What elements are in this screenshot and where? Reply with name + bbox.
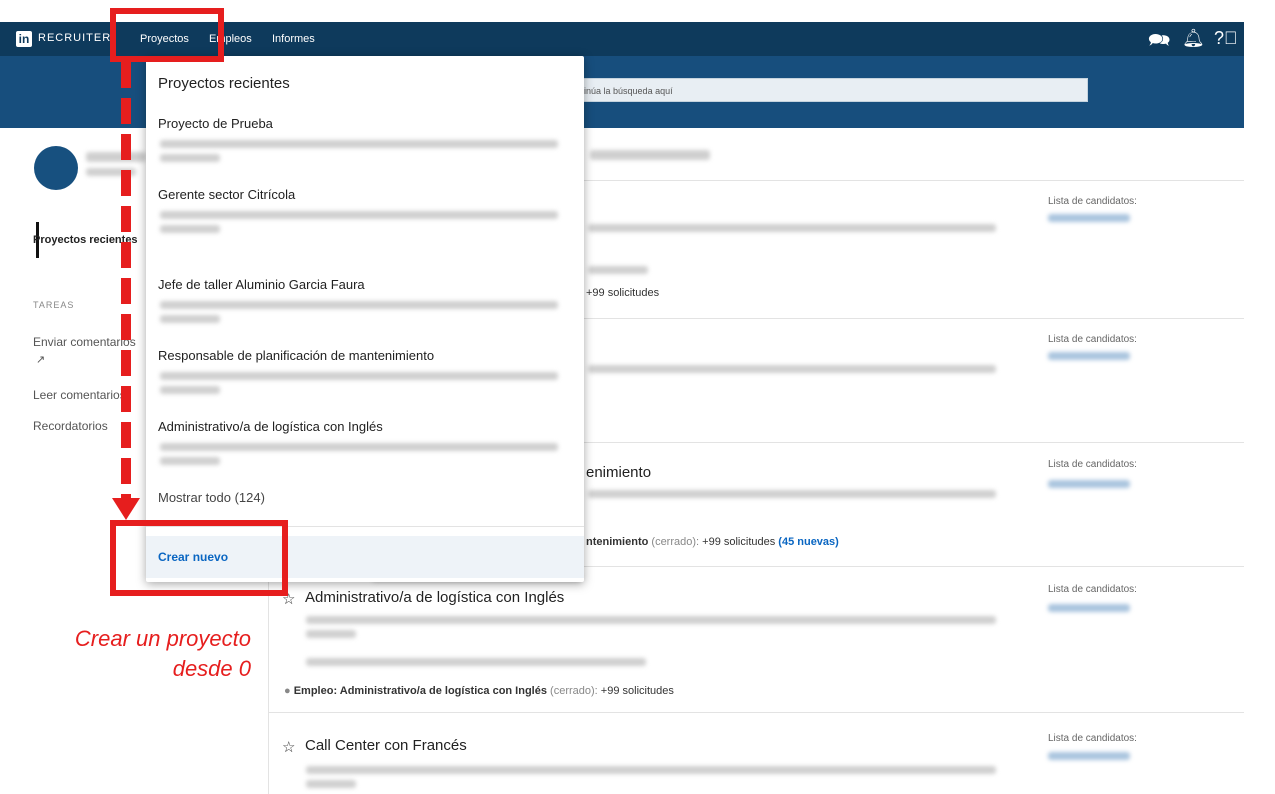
blurred-location xyxy=(306,616,996,624)
star-icon[interactable]: ☆ xyxy=(282,738,295,756)
dropdown-item-project[interactable]: Gerente sector Citrícola xyxy=(158,187,295,202)
search-input[interactable]: Continúa la búsqueda aquí xyxy=(560,78,1088,102)
candidates-link[interactable] xyxy=(1048,214,1130,222)
candidates-label: Lista de candidatos: xyxy=(1048,196,1137,207)
candidates-label: Lista de candidatos: xyxy=(1048,733,1137,744)
annotation-text-line1: Crear un proyecto xyxy=(74,626,251,651)
applications-count: +99 solicitudes xyxy=(600,685,674,697)
blurred-location xyxy=(306,766,996,774)
bullet-icon: ● xyxy=(284,685,291,697)
blurred-details xyxy=(160,211,558,219)
help-icon[interactable]: ?⃝ xyxy=(1214,28,1238,49)
project-title[interactable]: enimiento xyxy=(586,464,651,481)
message-icon[interactable]: 🗪 xyxy=(1148,28,1170,58)
dropdown-item-project[interactable]: Responsable de planificación de mantenim… xyxy=(158,348,434,363)
dropdown-item-project[interactable]: Administrativo/a de logística con Inglés xyxy=(158,419,383,434)
sidebar-item-reminders[interactable]: Recordatorios xyxy=(33,419,108,433)
new-applications[interactable]: (45 nuevas) xyxy=(778,536,839,548)
blurred-contract xyxy=(306,658,646,666)
candidates-link[interactable] xyxy=(1048,752,1130,760)
highlight-box-projects xyxy=(110,8,224,62)
candidates-link[interactable] xyxy=(1048,480,1130,488)
card-separator xyxy=(268,712,1244,713)
job-status-line: ● Empleo: Administrativo/a de logística … xyxy=(284,685,674,697)
candidates-label: Lista de candidatos: xyxy=(1048,459,1137,470)
dropdown-item-project[interactable]: Jefe de taller Aluminio Garcia Faura xyxy=(158,277,365,292)
project-title[interactable]: Call Center con Francés xyxy=(305,737,467,754)
dropdown-heading: Proyectos recientes xyxy=(158,75,290,92)
job-status: (cerrado): xyxy=(550,685,598,697)
applications-count: +99 solicitudes xyxy=(586,287,660,299)
job-status: (cerrado): xyxy=(651,536,700,548)
project-title[interactable]: Administrativo/a de logística con Inglés xyxy=(305,589,564,606)
blurred-date xyxy=(306,630,356,638)
candidates-label: Lista de candidatos: xyxy=(1048,334,1137,345)
dropdown-item-project[interactable]: Proyecto de Prueba xyxy=(158,116,273,131)
sidebar-item-read-feedback[interactable]: Leer comentarios xyxy=(33,388,126,402)
job-status-line: ntenimiento (cerrado): +99 solicitudes (… xyxy=(586,536,839,548)
annotation-text-line2: desde 0 xyxy=(172,656,251,681)
blurred-header xyxy=(590,150,710,160)
blurred-details xyxy=(160,372,558,380)
applications-count: +99 solicitudes xyxy=(702,536,776,548)
blurred-date xyxy=(160,154,220,162)
projects-dropdown: Proyectos recientes Proyecto de Prueba G… xyxy=(146,56,584,582)
blurred-details xyxy=(160,301,558,309)
candidates-link[interactable] xyxy=(1048,604,1130,612)
blurred-location xyxy=(588,365,996,373)
blurred-date xyxy=(306,780,356,788)
annotation-arrow-head xyxy=(112,498,140,520)
linkedin-logo[interactable]: in xyxy=(16,31,32,47)
blurred-details xyxy=(160,140,558,148)
external-link-icon: ↗ xyxy=(36,354,46,366)
tasks-heading: TAREAS xyxy=(33,300,75,310)
product-name: RECRUITER xyxy=(38,32,112,44)
blurred-date xyxy=(160,457,220,465)
blurred-contract xyxy=(588,266,648,274)
blurred-location xyxy=(588,490,996,498)
job-name[interactable]: ntenimiento xyxy=(586,536,648,548)
annotation-arrow-shaft xyxy=(121,62,131,506)
blurred-date xyxy=(160,386,220,394)
job-name[interactable]: Empleo: Administrativo/a de logística co… xyxy=(294,685,547,697)
bell-icon[interactable]: 🔔︎ xyxy=(1182,28,1205,49)
show-all-link[interactable]: Mostrar todo (124) xyxy=(158,490,265,505)
candidates-label: Lista de candidatos: xyxy=(1048,584,1137,595)
blurred-date xyxy=(160,225,220,233)
blurred-user-name xyxy=(86,152,146,162)
candidates-link[interactable] xyxy=(1048,352,1130,360)
blurred-date xyxy=(160,315,220,323)
highlight-box-create-new xyxy=(110,520,288,596)
blurred-location xyxy=(588,224,996,232)
avatar xyxy=(34,146,78,190)
nav-informes[interactable]: Informes xyxy=(272,33,315,45)
blurred-details xyxy=(160,443,558,451)
